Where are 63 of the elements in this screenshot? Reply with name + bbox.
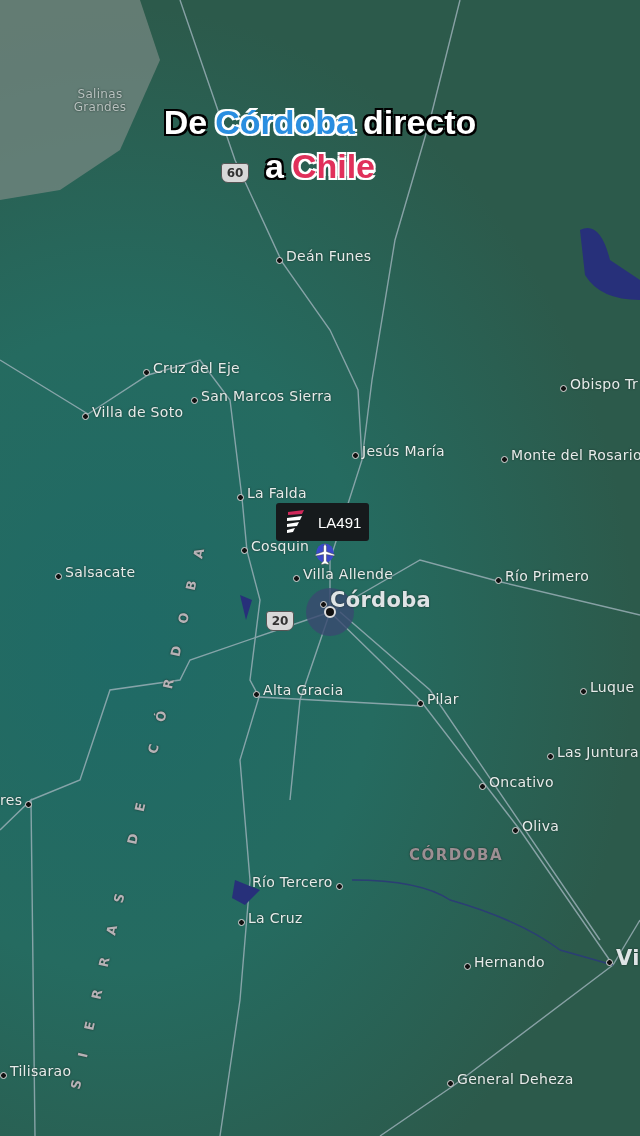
town-dot-icon	[276, 256, 283, 264]
town-dot-icon	[464, 962, 471, 970]
place-label: Cruz del Eje	[153, 360, 240, 376]
place-label: San Marcos Sierra	[201, 388, 333, 404]
place-label: Jesús María	[362, 443, 445, 459]
city-center-icon	[324, 606, 336, 618]
town-dot-icon	[352, 451, 359, 459]
place-label: Deán Funes	[286, 248, 372, 264]
road-shield: 20	[266, 611, 294, 631]
town-dot-icon	[495, 576, 502, 584]
place-label: La Cruz	[248, 910, 303, 926]
road-shield: 60	[221, 163, 249, 183]
town-dot-icon	[253, 690, 260, 698]
town-dot-icon	[560, 384, 567, 392]
town-dot-icon	[447, 1079, 454, 1087]
town-dot-icon	[417, 699, 424, 707]
town-dot-icon	[241, 546, 248, 554]
place-label: Villa Allende	[303, 566, 394, 582]
flight-tag[interactable]: LA491	[276, 503, 370, 541]
place-label: res	[0, 792, 23, 808]
lake-shape	[580, 228, 640, 300]
place-label: Oncativo	[489, 774, 554, 790]
town-dot-icon	[237, 493, 244, 501]
airline-logo-icon	[284, 509, 306, 535]
lake-shape	[240, 595, 252, 620]
place-label: Salsacate	[65, 564, 136, 580]
place-label: Río Tercero	[252, 874, 333, 890]
town-dot-icon	[580, 687, 587, 695]
place-label: La Falda	[247, 485, 307, 501]
town-dot-icon	[512, 826, 519, 834]
place-label: Hernando	[474, 954, 545, 970]
town-dot-icon	[25, 800, 33, 808]
town-dot-icon	[606, 958, 613, 966]
town-dot-icon	[191, 396, 198, 404]
place-label: General Deheza	[457, 1071, 574, 1087]
town-dot-icon	[0, 1071, 7, 1079]
place-label: Obispo Tr	[570, 376, 638, 392]
town-dot-icon	[320, 600, 327, 608]
town-dot-icon	[501, 455, 508, 463]
place-label: Pilar	[427, 691, 459, 707]
place-label: Vi	[616, 946, 640, 970]
town-dot-icon	[143, 368, 150, 376]
video-caption: a Chile	[263, 146, 376, 187]
place-label: Alta Gracia	[263, 682, 344, 698]
place-label: Luque	[590, 679, 635, 695]
video-caption: De Córdoba directo	[162, 102, 478, 143]
place-label: Villa de Soto	[92, 404, 184, 420]
town-dot-icon	[479, 782, 486, 790]
region-label: CÓRDOBA	[409, 846, 504, 864]
place-label: Las Juntura	[557, 744, 639, 760]
place-label: Tilisarao	[10, 1063, 72, 1079]
town-dot-icon	[293, 574, 300, 582]
place-label: Río Primero	[505, 568, 590, 584]
town-dot-icon	[547, 752, 554, 760]
airplane-icon[interactable]	[314, 542, 336, 567]
place-label: Salinas Grandes	[72, 88, 128, 114]
town-dot-icon	[82, 412, 89, 420]
town-dot-icon	[55, 572, 62, 580]
town-dot-icon	[238, 918, 245, 926]
place-label: Oliva	[522, 818, 560, 834]
place-label: Córdoba	[330, 588, 431, 612]
town-dot-icon	[335, 882, 343, 890]
place-label: Cosquín	[251, 538, 310, 554]
